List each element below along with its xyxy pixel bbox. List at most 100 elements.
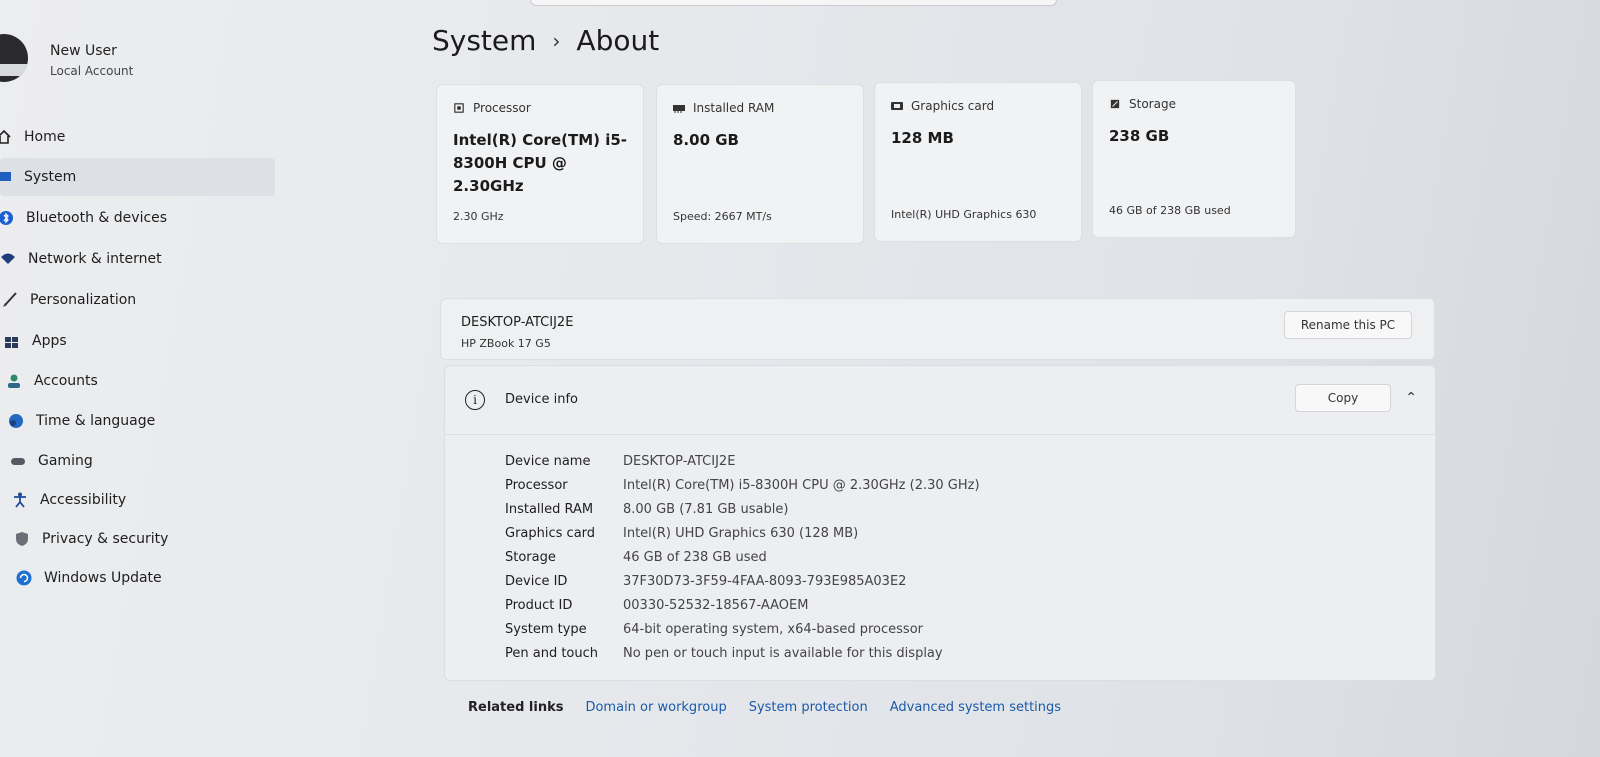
sidebar-item-accounts[interactable]: Accounts: [6, 362, 281, 400]
spec-value: 46 GB of 238 GB used: [623, 550, 767, 565]
breadcrumb-system[interactable]: System: [432, 24, 536, 57]
card-sub: 46 GB of 238 GB used: [1109, 204, 1231, 217]
processor-icon: [454, 103, 464, 113]
storage-card: Storage 238 GB 46 GB of 238 GB used: [1092, 80, 1296, 238]
person-icon: [6, 373, 22, 389]
sidebar-item-gaming[interactable]: Gaming: [10, 442, 285, 480]
sidebar-item-label: Network & internet: [28, 251, 162, 267]
shield-icon: [14, 531, 30, 547]
spec-value: 64-bit operating system, x64-based proce…: [623, 622, 923, 637]
pc-name-panel: DESKTOP-ATCIJ2E HP ZBook 17 G5 Rename th…: [440, 298, 1435, 360]
spec-row-graphics-card: Graphics card Intel(R) UHD Graphics 630 …: [505, 526, 858, 541]
spec-key: Storage: [505, 550, 556, 565]
sidebar-item-apps[interactable]: Apps: [4, 322, 279, 360]
storage-icon: [1110, 99, 1120, 109]
avatar[interactable]: [0, 34, 28, 82]
update-icon: [16, 570, 32, 586]
sidebar-item-label: Gaming: [38, 453, 93, 469]
sidebar-item-time-language[interactable]: Time & language: [8, 402, 283, 440]
accessibility-icon: [12, 492, 28, 508]
sidebar-item-label: System: [24, 169, 77, 185]
link-system-protection[interactable]: System protection: [749, 700, 868, 715]
card-value: Intel(R) Core(TM) i5-8300H CPU @ 2.30GHz: [453, 131, 628, 195]
card-sub: Intel(R) UHD Graphics 630: [891, 208, 1037, 221]
card-value: 128 MB: [891, 129, 954, 147]
sidebar-item-label: Apps: [32, 333, 67, 349]
processor-card: Processor Intel(R) Core(TM) i5-8300H CPU…: [436, 84, 644, 244]
spec-key: Product ID: [505, 598, 573, 613]
sidebar-item-label: Privacy & security: [42, 531, 169, 547]
sidebar-item-privacy[interactable]: Privacy & security: [14, 520, 289, 558]
spec-row-pen-touch: Pen and touch No pen or touch input is a…: [505, 646, 943, 661]
spec-value: 8.00 GB (7.81 GB usable): [623, 502, 789, 517]
spec-key: Installed RAM: [505, 502, 594, 517]
spec-value: Intel(R) Core(TM) i5-8300H CPU @ 2.30GHz…: [623, 478, 980, 493]
system-icon: [0, 169, 12, 185]
spec-value: DESKTOP-ATCIJ2E: [623, 454, 736, 469]
spec-value: 00330-52532-18567-AAOEM: [623, 598, 809, 613]
pc-model: HP ZBook 17 G5: [461, 337, 551, 350]
graphics-card-icon: [891, 102, 903, 110]
ram-icon: [673, 105, 685, 113]
device-info-title: Device info: [505, 392, 578, 407]
sidebar-item-system[interactable]: System: [0, 158, 275, 196]
sidebar-item-home[interactable]: Home: [0, 118, 271, 156]
related-links: Related links Domain or workgroup System…: [468, 700, 1061, 715]
sidebar-item-bluetooth[interactable]: Bluetooth & devices: [0, 199, 273, 237]
spec-key: Device name: [505, 454, 591, 469]
sidebar-item-label: Bluetooth & devices: [26, 210, 168, 226]
user-name: New User: [50, 43, 117, 59]
chevron-up-icon[interactable]: ⌃: [1405, 390, 1417, 406]
gamepad-icon: [10, 453, 26, 469]
apps-icon: [4, 333, 20, 349]
link-advanced-system-settings[interactable]: Advanced system settings: [890, 700, 1061, 715]
card-title: Installed RAM: [693, 101, 775, 115]
sidebar-item-label: Accounts: [34, 373, 98, 389]
device-info-panel: i Device info Copy ⌃ Device name DESKTOP…: [444, 365, 1436, 681]
related-links-title: Related links: [468, 700, 564, 715]
spec-row-product-id: Product ID 00330-52532-18567-AAOEM: [505, 598, 808, 613]
breadcrumb: System › About: [432, 24, 659, 57]
card-title: Processor: [473, 101, 531, 115]
info-icon: i: [465, 390, 485, 410]
link-domain-workgroup[interactable]: Domain or workgroup: [585, 700, 726, 715]
sidebar-item-label: Windows Update: [44, 570, 162, 586]
sidebar-item-label: Home: [24, 129, 66, 145]
sidebar-item-network[interactable]: Network & internet: [0, 240, 275, 278]
spec-row-storage: Storage 46 GB of 238 GB used: [505, 550, 767, 565]
spec-key: Device ID: [505, 574, 568, 589]
spec-value: 37F30D73-3F59-4FAA-8093-793E985A03E2: [623, 574, 907, 589]
rename-pc-button[interactable]: Rename this PC: [1284, 311, 1412, 339]
copy-button[interactable]: Copy: [1295, 384, 1391, 412]
chevron-right-icon: ›: [552, 28, 561, 53]
spec-row-processor: Processor Intel(R) Core(TM) i5-8300H CPU…: [505, 478, 980, 493]
spec-key: Processor: [505, 478, 568, 493]
pc-name: DESKTOP-ATCIJ2E: [461, 315, 574, 330]
home-icon: [0, 129, 12, 145]
bluetooth-icon: [0, 210, 14, 226]
card-sub: 2.30 GHz: [453, 210, 504, 223]
account-type: Local Account: [50, 64, 134, 78]
card-title: Graphics card: [911, 99, 995, 113]
card-sub: Speed: 2667 MT/s: [673, 210, 772, 223]
spec-value: No pen or touch input is available for t…: [623, 646, 943, 661]
spec-key: Graphics card: [505, 526, 596, 541]
sidebar-item-accessibility[interactable]: Accessibility: [12, 481, 287, 519]
spec-key: System type: [505, 622, 587, 637]
sidebar-item-label: Time & language: [36, 413, 156, 429]
page-title: About: [576, 24, 660, 57]
sidebar-item-windows-update[interactable]: Windows Update: [16, 559, 291, 597]
device-info-header[interactable]: i Device info Copy ⌃: [445, 366, 1435, 435]
graphics-card-card: Graphics card 128 MB Intel(R) UHD Graphi…: [874, 82, 1082, 242]
spec-row-system-type: System type 64-bit operating system, x64…: [505, 622, 923, 637]
sidebar-item-label: Personalization: [30, 292, 137, 308]
sidebar-item-personalization[interactable]: Personalization: [2, 281, 277, 319]
globe-clock-icon: [8, 413, 24, 429]
sidebar-item-label: Accessibility: [40, 492, 127, 508]
spec-row-installed-ram: Installed RAM 8.00 GB (7.81 GB usable): [505, 502, 788, 517]
spec-value: Intel(R) UHD Graphics 630 (128 MB): [623, 526, 859, 541]
wifi-icon: [0, 251, 16, 267]
ram-card: Installed RAM 8.00 GB Speed: 2667 MT/s: [656, 84, 864, 244]
search-box-edge[interactable]: [530, 0, 1057, 6]
brush-icon: [2, 292, 18, 308]
